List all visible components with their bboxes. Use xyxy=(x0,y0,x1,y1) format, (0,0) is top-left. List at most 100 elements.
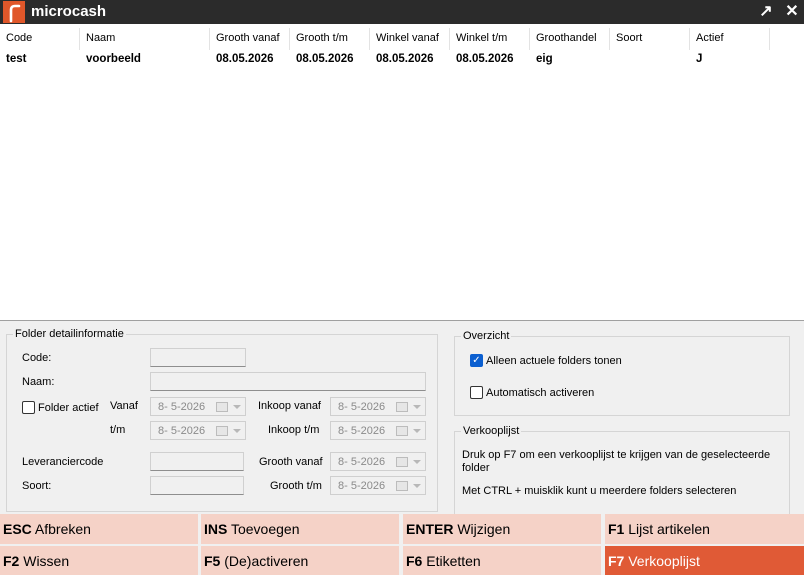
overzicht-legend: Overzicht xyxy=(461,330,512,342)
inkoop-tm-date-picker[interactable]: 8- 5-2026 xyxy=(330,421,426,440)
vanaf-label: Vanaf xyxy=(110,400,138,412)
verkooplijst-legend: Verkooplijst xyxy=(461,425,522,437)
overzicht-group: Overzicht xyxy=(454,330,790,416)
inkoop-vanaf-label: Inkoop vanaf xyxy=(258,400,321,412)
tm-date-picker[interactable]: 8- 5-2026 xyxy=(150,421,246,440)
cell-winkel-tm: 08.05.2026 xyxy=(456,53,514,65)
column-header-winkel-tm[interactable]: Winkel t/m xyxy=(450,28,530,50)
fkey-key: ENTER xyxy=(406,521,454,537)
chevron-down-icon xyxy=(413,484,421,488)
column-header-soort[interactable]: Soort xyxy=(610,28,690,50)
chevron-down-icon xyxy=(413,429,421,433)
naam-label: Naam: xyxy=(22,376,55,388)
folder-detail-legend: Folder detailinformatie xyxy=(13,328,126,340)
fkey-label: (De)activeren xyxy=(224,553,309,569)
fkey-label: Wissen xyxy=(23,553,70,569)
grooth-vanaf-label: Grooth vanaf xyxy=(259,456,323,468)
splitter[interactable] xyxy=(0,320,804,321)
leveranciercode-label: Leveranciercode xyxy=(22,456,104,468)
fkey-key: F7 xyxy=(608,553,625,569)
grooth-vanaf-date-value: 8- 5-2026 xyxy=(338,456,386,468)
check-icon: ✓ xyxy=(472,355,481,366)
naam-field[interactable] xyxy=(150,372,426,391)
automatisch-activeren-label: Automatisch activeren xyxy=(486,387,595,399)
soort-field[interactable] xyxy=(150,476,244,495)
actuele-folders-label: Alleen actuele folders tonen xyxy=(486,355,622,367)
inkoop-tm-label: Inkoop t/m xyxy=(268,424,320,436)
cell-code: test xyxy=(6,53,27,65)
leveranciercode-field[interactable] xyxy=(150,452,244,471)
actuele-folders-checkbox[interactable]: ✓ xyxy=(470,354,483,367)
calendar-icon xyxy=(396,402,408,412)
calendar-icon xyxy=(396,481,408,491)
folders-grid[interactable]: Code Naam Grooth vanaf Grooth t/m Winkel… xyxy=(0,24,804,320)
calendar-icon xyxy=(216,402,228,412)
tm-date-value: 8- 5-2026 xyxy=(158,425,206,437)
title-bar: microcash ↗ ✕ xyxy=(0,0,804,24)
fkey-label: Toevoegen xyxy=(230,521,300,537)
enter-wijzigen-button[interactable]: ENTER Wijzigen xyxy=(403,514,601,544)
verkooplijst-ctrl-hint: Met CTRL + muisklik kunt u meerdere fold… xyxy=(462,485,737,497)
column-header-grooth-tm[interactable]: Grooth t/m xyxy=(290,28,370,50)
grooth-tm-date-value: 8- 5-2026 xyxy=(338,480,386,492)
vanaf-date-value: 8- 5-2026 xyxy=(158,401,206,413)
folder-actief-checkbox[interactable] xyxy=(22,401,35,414)
ins-toevoegen-button[interactable]: INS Toevoegen xyxy=(201,514,399,544)
fkey-label: Lijst artikelen xyxy=(628,521,710,537)
grid-header: Code Naam Grooth vanaf Grooth t/m Winkel… xyxy=(0,28,804,50)
fkey-label: Wijzigen xyxy=(457,521,511,537)
f7-verkooplijst-button[interactable]: F7 Verkooplijst xyxy=(605,546,804,575)
fkey-key: ESC xyxy=(3,521,32,537)
chevron-down-icon xyxy=(233,429,241,433)
column-header-groothandel[interactable]: Groothandel xyxy=(530,28,610,50)
cell-grooth-vanaf: 08.05.2026 xyxy=(216,53,274,65)
chevron-down-icon xyxy=(233,405,241,409)
cell-winkel-vanaf: 08.05.2026 xyxy=(376,53,434,65)
code-label: Code: xyxy=(22,352,52,364)
column-header-naam[interactable]: Naam xyxy=(80,28,210,50)
f1-lijst-artikelen-button[interactable]: F1 Lijst artikelen xyxy=(605,514,804,544)
code-field[interactable] xyxy=(150,348,246,367)
f2-wissen-button[interactable]: F2 Wissen xyxy=(0,546,198,575)
fkey-label: Verkooplijst xyxy=(628,553,700,569)
automatisch-activeren-checkbox[interactable] xyxy=(470,386,483,399)
calendar-icon xyxy=(396,457,408,467)
tm-label: t/m xyxy=(110,424,126,436)
fkey-label: Afbreken xyxy=(34,521,91,537)
column-header-code[interactable]: Code xyxy=(0,28,80,50)
column-header-actief[interactable]: Actief xyxy=(690,28,770,50)
close-icon[interactable]: ✕ xyxy=(782,2,802,22)
verkooplijst-instruction: Druk op F7 om een verkooplijst te krijge… xyxy=(462,449,771,474)
inkoop-vanaf-date-value: 8- 5-2026 xyxy=(338,401,386,413)
cell-actief: J xyxy=(696,53,703,65)
esc-afbreken-button[interactable]: ESC Afbreken xyxy=(0,514,198,544)
folder-actief-label: Folder actief xyxy=(38,402,99,414)
grooth-tm-label: Grooth t/m xyxy=(270,480,322,492)
cell-grooth-tm: 08.05.2026 xyxy=(296,53,354,65)
vanaf-date-picker[interactable]: 8- 5-2026 xyxy=(150,397,246,416)
column-header-winkel-vanaf[interactable]: Winkel vanaf xyxy=(370,28,450,50)
fkey-key: F6 xyxy=(406,553,423,569)
soort-label: Soort: xyxy=(22,480,52,492)
cell-soort xyxy=(610,51,690,67)
f6-etiketten-button[interactable]: F6 Etiketten xyxy=(403,546,601,575)
fkey-key: INS xyxy=(204,521,228,537)
chevron-down-icon xyxy=(413,460,421,464)
table-row[interactable]: test voorbeeld 08.05.2026 08.05.2026 08.… xyxy=(0,51,804,67)
grooth-tm-date-picker[interactable]: 8- 5-2026 xyxy=(330,476,426,495)
inkoop-tm-date-value: 8- 5-2026 xyxy=(338,425,386,437)
fkey-key: F5 xyxy=(204,553,221,569)
fkey-key: F1 xyxy=(608,521,625,537)
fkey-label: Etiketten xyxy=(426,553,481,569)
f5-deactiveren-button[interactable]: F5 (De)activeren xyxy=(201,546,399,575)
chevron-down-icon xyxy=(413,405,421,409)
calendar-icon xyxy=(216,426,228,436)
grooth-vanaf-date-picker[interactable]: 8- 5-2026 xyxy=(330,452,426,471)
inkoop-vanaf-date-picker[interactable]: 8- 5-2026 xyxy=(330,397,426,416)
app-logo-icon xyxy=(3,1,25,23)
cell-groothandel: eig xyxy=(536,53,553,65)
restore-icon[interactable]: ↗ xyxy=(756,2,776,22)
app-title: microcash xyxy=(31,3,107,20)
calendar-icon xyxy=(396,426,408,436)
column-header-grooth-vanaf[interactable]: Grooth vanaf xyxy=(210,28,290,50)
